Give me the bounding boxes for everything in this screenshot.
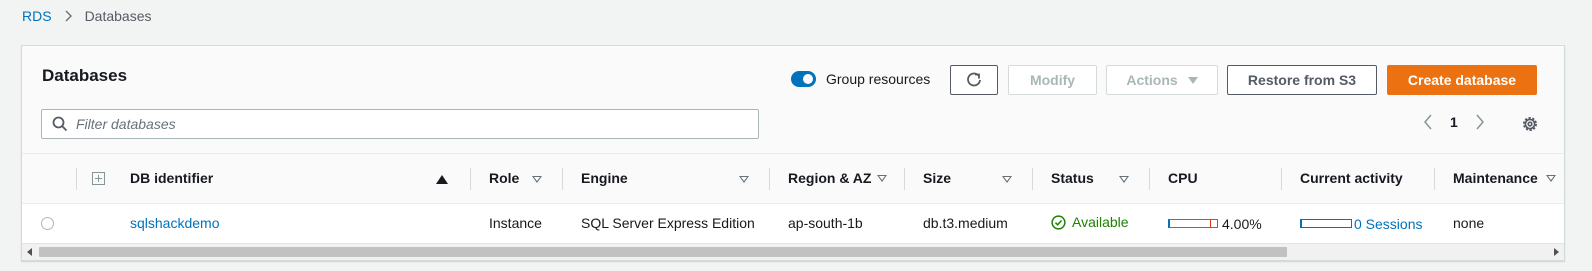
current-activity-cell: 0 Sessions: [1281, 203, 1434, 243]
breadcrumb-rds-link[interactable]: RDS: [22, 8, 52, 24]
cpu-cell: 4.00%: [1149, 203, 1281, 243]
actions-button-label: Actions: [1126, 72, 1178, 88]
actions-button[interactable]: Actions: [1106, 65, 1218, 95]
create-database-button[interactable]: Create database: [1387, 65, 1537, 95]
column-label: Region & AZ: [788, 170, 872, 187]
row-radio-button[interactable]: [41, 216, 54, 230]
scroll-left-icon[interactable]: [27, 248, 32, 256]
region-az-cell: ap-south-1b: [788, 215, 863, 232]
sort-icon: [532, 176, 542, 183]
sort-ascending-icon: [436, 175, 448, 184]
expand-all-icon[interactable]: [92, 171, 105, 185]
column-header-size[interactable]: Size: [904, 154, 1032, 204]
status-text: Available: [1072, 214, 1129, 230]
restore-from-s3-button[interactable]: Restore from S3: [1227, 65, 1377, 95]
status-badge: Available: [1051, 214, 1129, 230]
column-label: DB identifier: [130, 170, 214, 187]
sessions-meter: [1300, 219, 1352, 228]
column-header-role[interactable]: Role: [470, 154, 562, 204]
status-cell: Available: [1032, 203, 1149, 243]
horizontal-scrollbar[interactable]: [22, 243, 1564, 260]
gear-icon[interactable]: [1521, 115, 1539, 133]
sort-icon: [739, 176, 749, 183]
group-resources-label: Group resources: [826, 71, 931, 87]
row-expand-cell: [76, 203, 108, 243]
table-row[interactable]: sqlshackdemo Instance SQL Server Express…: [22, 203, 1564, 243]
column-header-current-activity[interactable]: Current activity: [1281, 154, 1434, 204]
scroll-right-icon[interactable]: [1554, 248, 1559, 256]
databases-panel: Databases Group resources Modify Actions…: [21, 45, 1565, 261]
column-header-db-identifier[interactable]: DB identifier: [108, 154, 470, 204]
column-label: Engine: [581, 170, 628, 187]
db-identifier-link[interactable]: sqlshackdemo: [130, 215, 220, 231]
sort-icon: [1002, 176, 1012, 183]
column-header-status[interactable]: Status: [1032, 154, 1149, 204]
chevron-right-icon: [65, 10, 73, 22]
modify-button[interactable]: Modify: [1008, 65, 1097, 95]
engine-cell: SQL Server Express Edition: [581, 215, 755, 232]
column-label: CPU: [1168, 170, 1198, 187]
panel-header: Databases Group resources Modify Actions…: [22, 46, 1564, 154]
databases-table: DB identifier Role Engine Region & AZ Si…: [22, 154, 1564, 243]
cpu-value: 4.00%: [1222, 215, 1262, 232]
role-cell: Instance: [489, 215, 542, 232]
caret-down-icon: [1187, 76, 1198, 84]
column-header-maintenance[interactable]: Maintenance: [1434, 154, 1564, 204]
group-resources-toggle[interactable]: [791, 71, 816, 87]
sort-icon: [1119, 176, 1129, 183]
chevron-right-icon[interactable]: [1470, 114, 1490, 130]
select-column-header: [22, 154, 76, 204]
sessions-link[interactable]: 0 Sessions: [1354, 216, 1422, 232]
search-icon: [52, 116, 68, 132]
column-label: Status: [1051, 170, 1094, 187]
pagination: 1: [1418, 114, 1490, 130]
refresh-icon: [965, 71, 983, 89]
column-header-cpu[interactable]: CPU: [1149, 154, 1281, 204]
breadcrumb-current: Databases: [84, 8, 152, 24]
chevron-left-icon[interactable]: [1418, 114, 1438, 130]
column-header-engine[interactable]: Engine: [562, 154, 769, 204]
column-header-region-az[interactable]: Region & AZ: [769, 154, 904, 204]
sort-icon: [1545, 174, 1556, 182]
page-number[interactable]: 1: [1450, 114, 1458, 130]
maintenance-cell: none: [1453, 215, 1485, 232]
cpu-meter: [1168, 219, 1218, 228]
column-label: Maintenance: [1453, 170, 1538, 187]
expand-column-header: [76, 154, 108, 204]
column-label: Size: [923, 170, 952, 187]
row-select-cell: [22, 203, 76, 243]
sort-icon: [877, 174, 888, 182]
group-resources-toggle-wrap[interactable]: Group resources: [791, 71, 930, 87]
refresh-button[interactable]: [950, 65, 998, 95]
column-label: Current activity: [1300, 170, 1403, 187]
column-label: Role: [489, 170, 520, 187]
scrollbar-thumb[interactable]: [39, 247, 1287, 257]
breadcrumb: RDS Databases: [22, 8, 152, 24]
check-circle-icon: [1051, 214, 1066, 230]
filter-databases-input[interactable]: [76, 116, 716, 132]
panel-title: Databases: [42, 66, 128, 85]
size-cell: db.t3.medium: [923, 215, 1008, 232]
table-header-row: DB identifier Role Engine Region & AZ Si…: [22, 154, 1564, 204]
filter-box: [41, 109, 759, 139]
db-identifier-cell: sqlshackdemo: [108, 203, 470, 243]
